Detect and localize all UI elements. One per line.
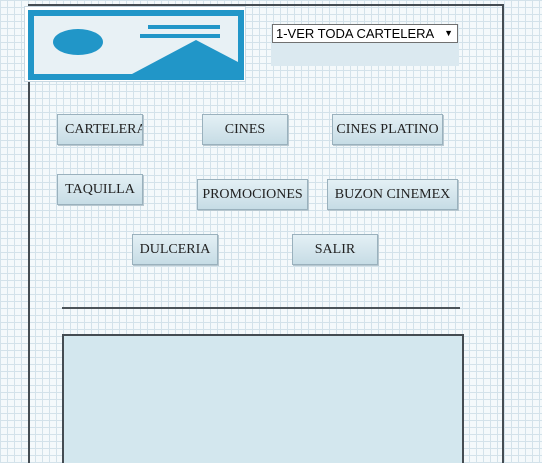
cines-button[interactable]: CINES <box>202 114 288 145</box>
dulceria-button[interactable]: DULCERIA <box>132 234 218 265</box>
cartelera-button[interactable]: CARTELERA <box>57 114 143 145</box>
salir-button[interactable]: SALIR <box>292 234 378 265</box>
content-panel <box>62 334 464 463</box>
buzon-cinemex-button[interactable]: BUZON CINEMEX <box>327 179 458 210</box>
promociones-button[interactable]: PROMOCIONES <box>197 179 308 210</box>
image-placeholder-icon <box>28 10 244 80</box>
select-value: 1-VER TODA CARTELERA <box>276 26 435 41</box>
cines-platino-button[interactable]: CINES PLATINO <box>332 114 443 145</box>
horizontal-divider <box>62 307 460 309</box>
triangle-down-icon[interactable]: ▼ <box>444 25 453 42</box>
logo-image <box>24 6 246 82</box>
select-container: 1-VER TODA CARTELERA ▼ <box>271 24 459 66</box>
cartelera-select[interactable]: 1-VER TODA CARTELERA ▼ <box>272 24 458 43</box>
taquilla-button[interactable]: TAQUILLA <box>57 174 143 205</box>
